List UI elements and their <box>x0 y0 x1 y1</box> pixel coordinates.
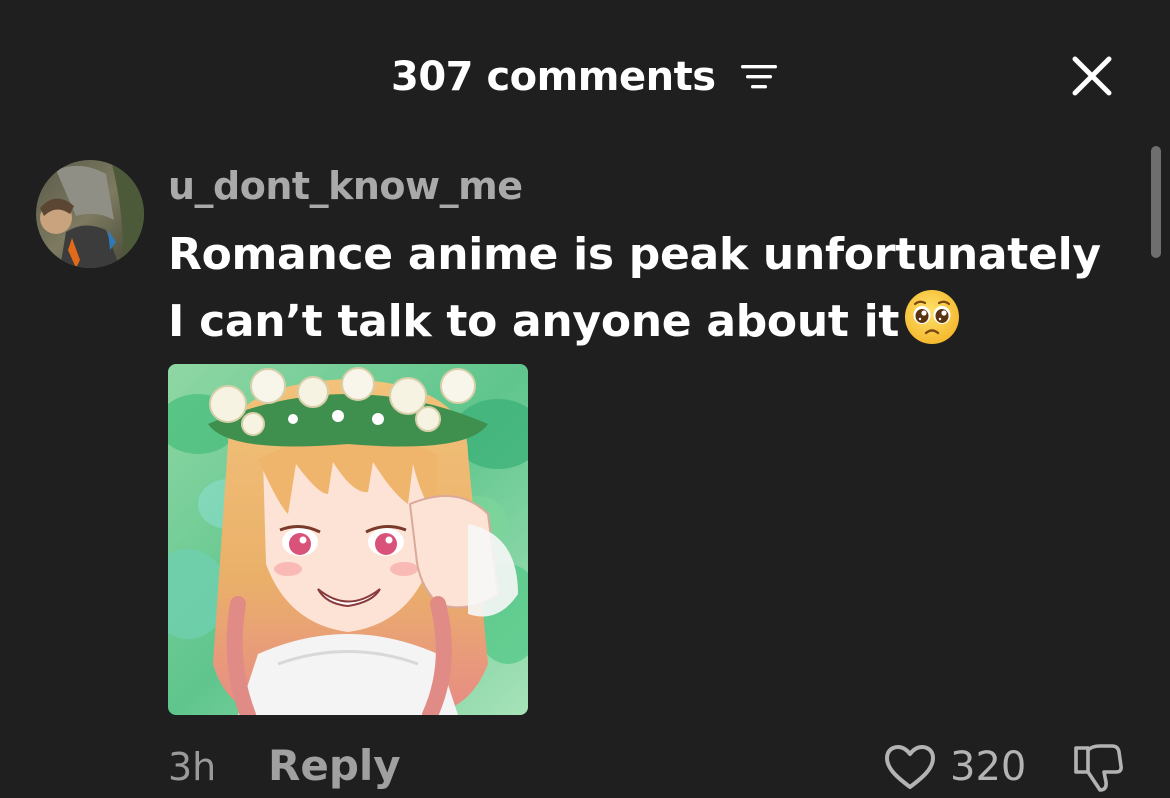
comment-attached-image[interactable] <box>168 364 528 715</box>
comments-header: 307 comments <box>0 0 1170 150</box>
comment-body: Romance anime is peak unfortunately I ca… <box>168 222 1128 355</box>
close-icon[interactable] <box>1066 50 1118 102</box>
like-button[interactable]: 320 <box>884 740 1026 794</box>
reply-button[interactable]: Reply <box>268 740 401 792</box>
like-count: 320 <box>950 744 1027 790</box>
thumbs-down-icon[interactable] <box>1070 740 1124 794</box>
comment-username[interactable]: u_dont_know_me <box>168 160 523 212</box>
comments-count-title: 307 comments <box>391 54 716 100</box>
heart-icon[interactable] <box>884 744 936 790</box>
pleading-face-emoji-icon <box>905 290 960 344</box>
scrollbar[interactable] <box>1151 146 1161 258</box>
comment-timestamp: 3h <box>168 745 217 789</box>
comments-title-bar: 307 comments <box>0 50 1170 102</box>
sort-icon[interactable] <box>739 62 779 92</box>
avatar[interactable] <box>36 160 144 268</box>
